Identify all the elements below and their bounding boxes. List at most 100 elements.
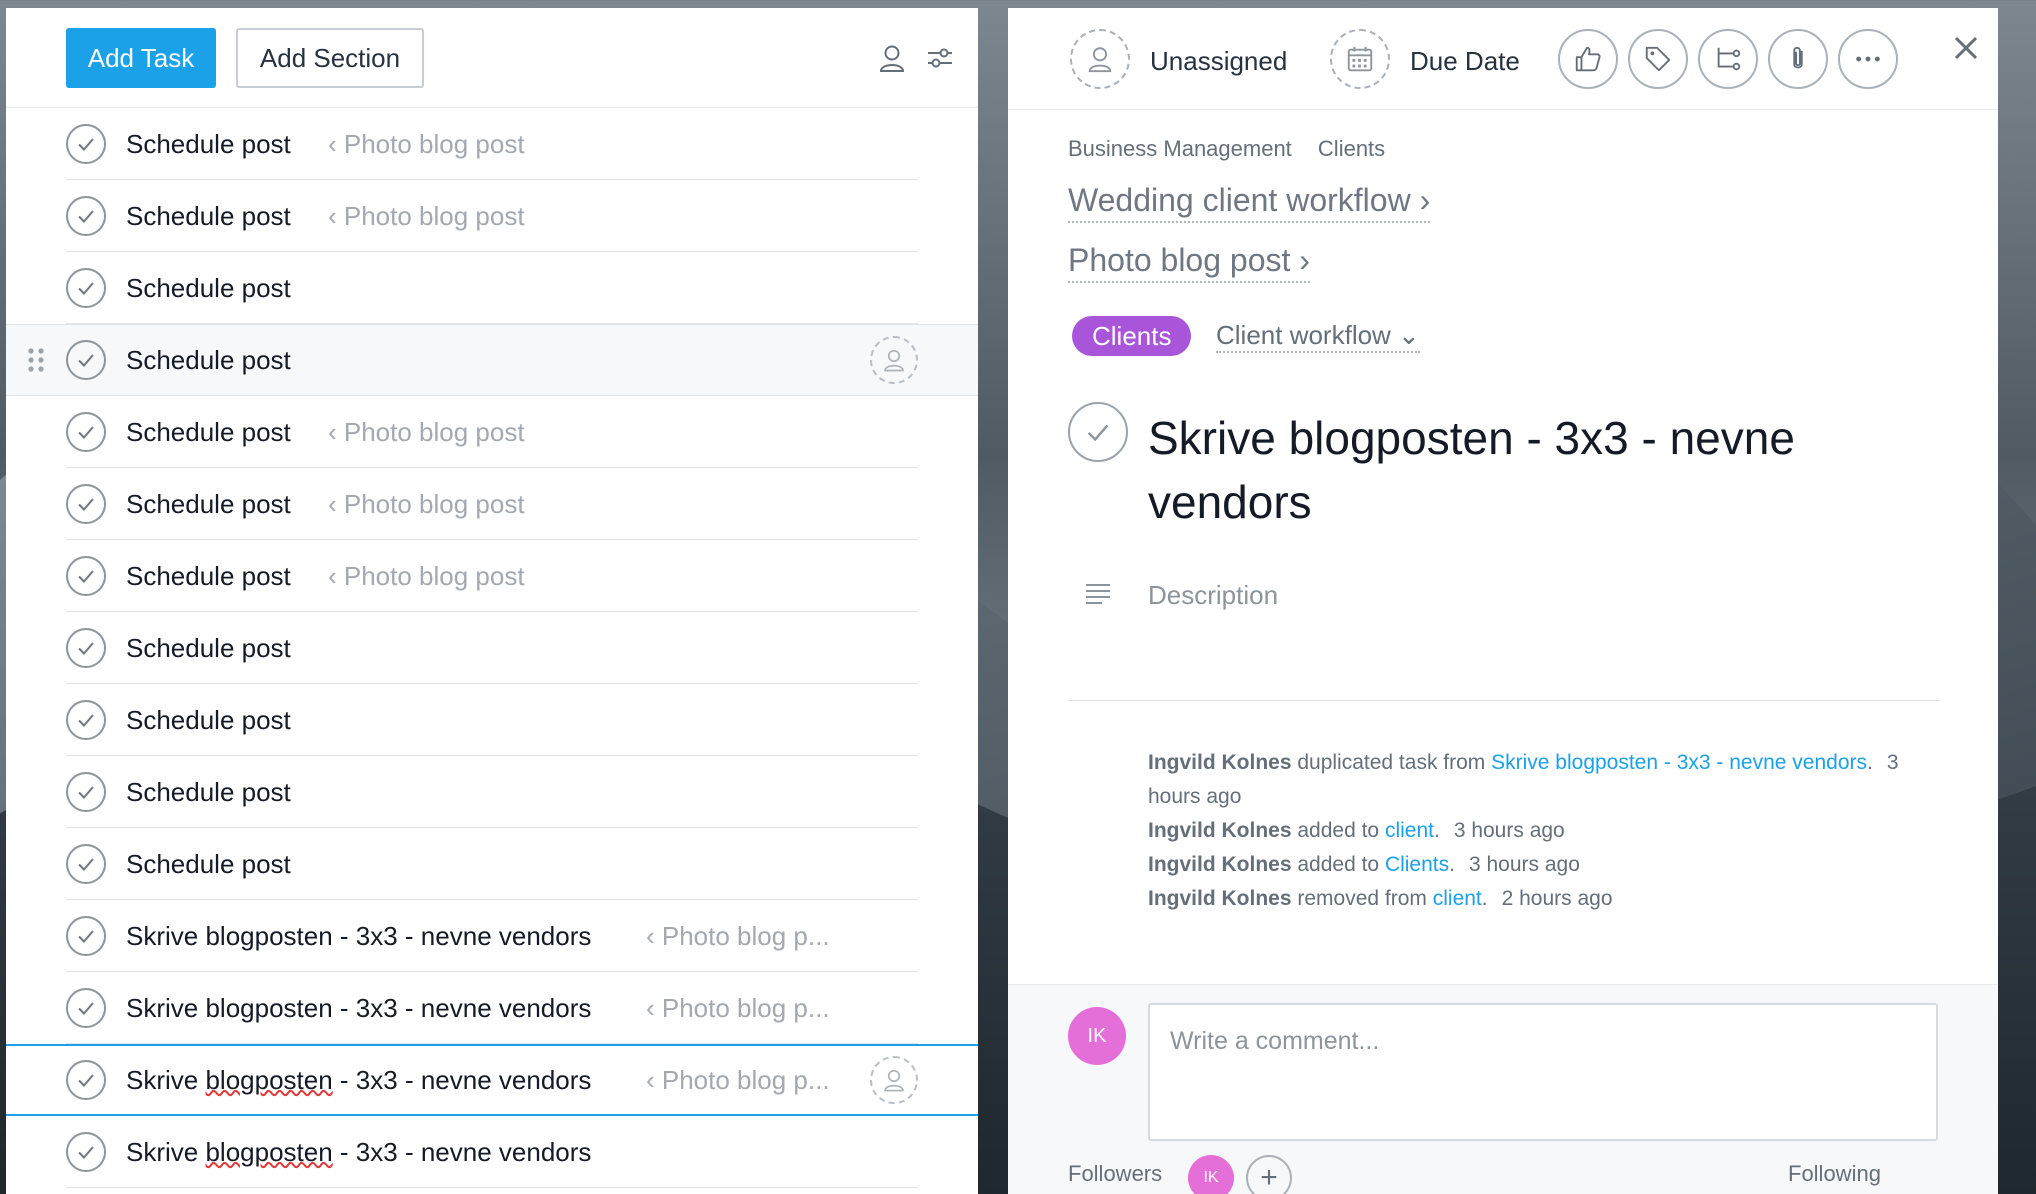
complete-task-button[interactable] (1068, 402, 1128, 462)
activity-time: 3 hours ago (1468, 853, 1580, 876)
task-name[interactable]: Schedule post (126, 777, 291, 808)
activity-time: 3 hours ago (1453, 819, 1565, 842)
following-toggle[interactable]: Following (1788, 1161, 1881, 1187)
assignee-button[interactable] (870, 1056, 918, 1104)
due-date-button[interactable] (1330, 29, 1390, 89)
follower-avatar[interactable]: IK (1188, 1155, 1234, 1194)
task-row[interactable]: Schedule post (6, 684, 978, 756)
parent-task-link[interactable]: ‹ Photo blog p... (646, 1065, 830, 1096)
project-pill[interactable]: Clients (1072, 316, 1192, 356)
task-name[interactable]: Schedule post (126, 417, 291, 448)
more-actions-button[interactable] (1838, 29, 1898, 89)
parent-task-link[interactable]: ‹ Photo blog post (328, 129, 525, 160)
task-row[interactable]: Schedule post (6, 252, 978, 324)
task-name[interactable]: Schedule post (126, 633, 291, 664)
activity-author[interactable]: Ingvild Kolnes (1148, 819, 1292, 842)
task-name[interactable]: Schedule post (126, 561, 291, 592)
task-name[interactable]: Schedule post (126, 489, 291, 520)
activity-action: removed from (1291, 887, 1433, 910)
task-row[interactable]: Skrive blogposten - 3x3 - nevne vendors ‹… (6, 1044, 978, 1116)
assignee-filter-icon[interactable] (876, 42, 908, 74)
complete-task-checkbox[interactable] (66, 268, 106, 308)
activity-link[interactable]: client (1385, 819, 1434, 842)
task-row[interactable]: Schedule post (6, 612, 978, 684)
comment-area: IK Write a comment... Followers IK + Fol… (1008, 984, 1998, 1194)
parent-task-link[interactable]: Photo blog post › (1068, 242, 1310, 283)
complete-task-checkbox[interactable] (66, 124, 106, 164)
add-follower-button[interactable]: + (1246, 1155, 1292, 1194)
add-task-button[interactable]: Add Task (66, 28, 216, 88)
task-row[interactable]: Schedule post ‹ Photo blog post (6, 108, 978, 180)
task-name[interactable]: Skrive blogposten - 3x3 - nevne vendors (126, 1065, 591, 1096)
task-name[interactable]: Schedule post (126, 345, 291, 376)
complete-task-checkbox[interactable] (66, 340, 106, 380)
task-row[interactable]: Skrive blogposten - 3x3 - nevne vendors ‹… (6, 972, 978, 1044)
activity-author[interactable]: Ingvild Kolnes (1148, 887, 1292, 910)
complete-task-checkbox[interactable] (66, 412, 106, 452)
task-row[interactable]: Skrive blogposten - 3x3 - nevne vendors ‹… (6, 900, 978, 972)
parent-task-link[interactable]: ‹ Photo blog post (328, 417, 525, 448)
complete-task-checkbox[interactable] (66, 772, 106, 812)
activity-link[interactable]: Clients (1385, 853, 1449, 876)
parent-task-link[interactable]: Wedding client workflow › (1068, 182, 1431, 223)
task-row[interactable]: Schedule post ‹ Photo blog post (6, 396, 978, 468)
assignee-button[interactable] (870, 336, 918, 384)
complete-task-checkbox[interactable] (66, 844, 106, 884)
task-name[interactable]: Schedule post (126, 129, 291, 160)
task-list-panel: Add Task Add Section Schedule post ‹ Phot… (6, 8, 978, 1194)
activity-author[interactable]: Ingvild Kolnes (1148, 751, 1292, 774)
task-row[interactable]: Schedule post (6, 324, 978, 396)
complete-task-checkbox[interactable] (66, 196, 106, 236)
complete-task-checkbox[interactable] (66, 988, 106, 1028)
complete-task-checkbox[interactable] (66, 1060, 106, 1100)
activity-link[interactable]: client (1433, 887, 1482, 910)
activity-item: Ingvild Kolnes added to client. 3 hours a… (1148, 819, 1565, 842)
parent-task-link[interactable]: ‹ Photo blog p... (646, 921, 830, 952)
subtasks-button[interactable] (1698, 29, 1758, 89)
activity-author[interactable]: Ingvild Kolnes (1148, 853, 1292, 876)
drag-handle-icon[interactable] (26, 346, 46, 374)
checkmark-icon (78, 354, 94, 367)
task-row[interactable]: Schedule post ‹ Photo blog post (6, 540, 978, 612)
parent-task-link[interactable]: ‹ Photo blog post (328, 201, 525, 232)
task-name[interactable]: Schedule post (126, 705, 291, 736)
task-name[interactable]: Schedule post (126, 273, 291, 304)
add-section-button[interactable]: Add Section (236, 28, 424, 88)
parent-task-link[interactable]: ‹ Photo blog post (328, 489, 525, 520)
breadcrumb-item-project[interactable]: Clients (1318, 136, 1385, 161)
activity-link[interactable]: Skrive blogposten - 3x3 - nevne vendors (1491, 751, 1867, 774)
task-name[interactable]: Schedule post (126, 201, 291, 232)
task-detail-toolbar: Unassigned Due Date (1008, 8, 1998, 110)
task-row[interactable]: Schedule post ‹ Photo blog post (6, 180, 978, 252)
task-row[interactable]: Schedule post (6, 756, 978, 828)
task-name[interactable]: Skrive blogposten - 3x3 - nevne vendors (126, 1137, 591, 1168)
complete-task-checkbox[interactable] (66, 484, 106, 524)
tags-button[interactable] (1628, 29, 1688, 89)
complete-task-checkbox[interactable] (66, 700, 106, 740)
like-button[interactable] (1558, 29, 1618, 89)
description-field[interactable]: Description (1148, 580, 1278, 611)
complete-task-checkbox[interactable] (66, 916, 106, 956)
complete-task-checkbox[interactable] (66, 628, 106, 668)
task-name[interactable]: Skrive blogposten - 3x3 - nevne vendors (126, 993, 591, 1024)
task-row[interactable]: Schedule post (6, 828, 978, 900)
comment-input[interactable]: Write a comment... (1148, 1003, 1938, 1141)
assignee-label[interactable]: Unassigned (1150, 46, 1287, 77)
complete-task-checkbox[interactable] (66, 556, 106, 596)
section-dropdown[interactable]: Client workflow ⌄ (1216, 320, 1420, 353)
filter-settings-icon[interactable] (924, 42, 956, 74)
tag-icon (1645, 46, 1671, 72)
complete-task-checkbox[interactable] (66, 1132, 106, 1172)
attachments-button[interactable] (1768, 29, 1828, 89)
parent-task-link[interactable]: ‹ Photo blog p... (646, 993, 830, 1024)
due-date-label[interactable]: Due Date (1410, 46, 1520, 77)
task-name[interactable]: Schedule post (126, 849, 291, 880)
task-row[interactable]: Skrive blogposten - 3x3 - nevne vendors (6, 1116, 978, 1188)
assignee-button[interactable] (1070, 29, 1130, 89)
task-title[interactable]: Skrive blogposten - 3x3 - nevne vendors (1148, 406, 1848, 534)
parent-task-link[interactable]: ‹ Photo blog post (328, 561, 525, 592)
task-row[interactable]: Schedule post ‹ Photo blog post (6, 468, 978, 540)
close-icon[interactable] (1948, 30, 1984, 66)
breadcrumb-item-team[interactable]: Business Management (1068, 136, 1292, 161)
task-name[interactable]: Skrive blogposten - 3x3 - nevne vendors (126, 921, 591, 952)
